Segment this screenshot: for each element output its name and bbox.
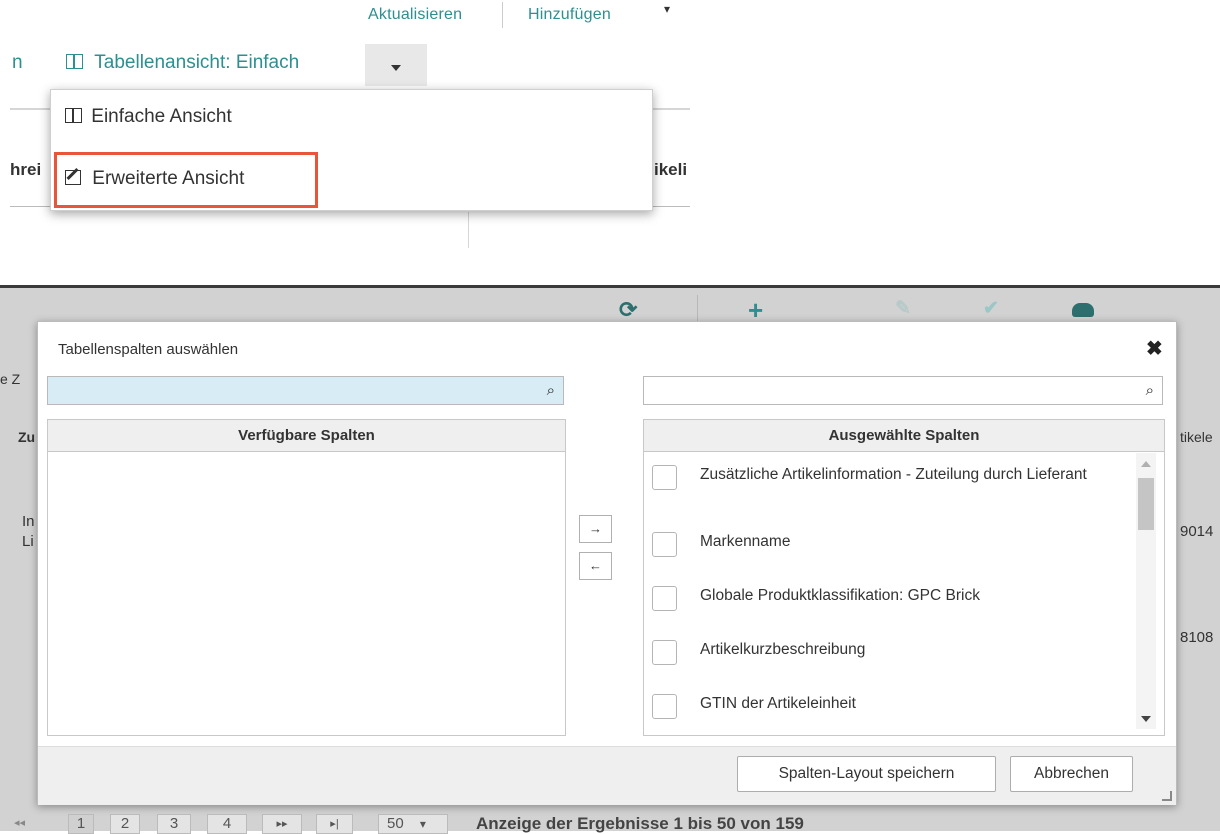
divider	[502, 2, 503, 28]
view-dropdown-menu: Einfache Ansicht Erweiterte Ansicht	[50, 89, 653, 211]
tab-fragment: e Z	[0, 371, 21, 387]
last-page-icon[interactable]: ▸|	[316, 814, 353, 834]
table-icon	[66, 54, 83, 69]
menu-item-label: Einfache Ansicht	[91, 106, 232, 127]
page-size-value: 50	[387, 815, 404, 832]
add-dropdown-icon[interactable]: ▾	[664, 2, 670, 16]
table-icon	[65, 108, 82, 123]
caret-down-icon	[391, 65, 401, 71]
cell-fragment: 9014	[1180, 523, 1214, 540]
cell-fragment: 8108	[1180, 629, 1214, 646]
dialog-footer: Spalten-Layout speichern Abbrechen	[38, 746, 1176, 805]
table-view-label: Tabellenansicht: Einfach	[94, 52, 300, 73]
column-chooser-section: ⟳ + ✎ ✔ e Z Zu In Li tikele 9014 8108 Ta…	[0, 285, 1220, 834]
resize-handle-icon[interactable]	[1162, 791, 1172, 801]
column-header-fragment: Zu	[18, 429, 36, 445]
move-left-button[interactable]: ←	[579, 552, 612, 580]
section-border	[0, 285, 1220, 288]
list-scrollbar[interactable]	[1136, 453, 1156, 729]
search-icon: ⌕	[546, 382, 555, 399]
previous-view-fragment[interactable]: n	[12, 52, 23, 74]
menu-item-simple-view[interactable]: Einfache Ansicht	[65, 106, 232, 128]
page-2[interactable]: 2	[110, 814, 140, 834]
column-header-fragment: tikele	[1180, 429, 1213, 445]
refresh-icon[interactable]: ⟳	[619, 297, 637, 323]
refresh-link[interactable]: Aktualisieren	[368, 6, 462, 24]
close-icon[interactable]: ✖	[1146, 336, 1163, 361]
pencil-icon[interactable]: ✎	[895, 297, 911, 320]
page-1[interactable]: 1	[68, 814, 94, 834]
check-icon[interactable]: ✔	[983, 297, 999, 320]
page-4[interactable]: 4	[207, 814, 247, 834]
divider	[697, 295, 698, 323]
add-link[interactable]: Hinzufügen	[528, 6, 611, 24]
available-columns-panel: Verfügbare Spalten	[47, 419, 566, 736]
page-3[interactable]: 3	[157, 814, 191, 834]
header-fragment-right: ikeli	[654, 160, 688, 179]
page-size-select[interactable]: 50 ▾	[378, 814, 448, 834]
pagination-bar: ◂◂ 1 2 3 4 ▸▸ ▸| 50 ▾ Anzeige der Ergebn…	[14, 814, 804, 834]
scroll-up-icon[interactable]	[1141, 461, 1151, 467]
column-chooser-dialog: Tabellenspalten auswählen ✖ ⌕ ⌕ Verfügba…	[37, 321, 1177, 805]
next-page-icon[interactable]: ▸▸	[262, 814, 302, 834]
scrollbar-thumb[interactable]	[1138, 478, 1154, 530]
cell-fragment: In	[22, 513, 35, 530]
column-checkbox[interactable]	[652, 640, 677, 665]
selected-columns-panel: Ausgewählte Spalten Zusätzliche Artikeli…	[643, 419, 1165, 736]
search-icon: ⌕	[1145, 382, 1154, 399]
column-checkbox[interactable]	[652, 694, 677, 719]
cancel-button[interactable]: Abbrechen	[1010, 756, 1133, 792]
menu-item-label: Erweiterte Ansicht	[92, 168, 245, 189]
menu-item-extended-view[interactable]: Erweiterte Ansicht	[65, 168, 244, 190]
move-right-button[interactable]: →	[579, 515, 612, 543]
available-columns-header: Verfügbare Spalten	[48, 420, 565, 452]
column-checkbox[interactable]	[652, 465, 677, 490]
selected-columns-header: Ausgewählte Spalten	[644, 420, 1164, 452]
scroll-down-icon[interactable]	[1141, 716, 1151, 722]
column-label: GTIN der Artikeleinheit	[700, 695, 856, 712]
column-checkbox[interactable]	[652, 532, 677, 557]
column-label: Zusätzliche Artikelinformation - Zuteilu…	[700, 466, 1087, 483]
table-view-button[interactable]: Tabellenansicht: Einfach	[66, 52, 299, 74]
header-fragment-left: hrei	[10, 160, 42, 179]
dialog-title: Tabellenspalten auswählen	[58, 341, 239, 358]
save-layout-button[interactable]: Spalten-Layout speichern	[737, 756, 996, 792]
edit-icon	[65, 170, 81, 185]
column-checkbox[interactable]	[652, 586, 677, 611]
column-label: Markenname	[700, 533, 791, 550]
selected-search-input[interactable]: ⌕	[643, 376, 1163, 405]
column-label: Globale Produktklassifikation: GPC Brick	[700, 587, 980, 604]
results-info: Anzeige der Ergebnisse 1 bis 50 von 159	[476, 814, 804, 833]
chevron-down-icon: ▾	[419, 817, 426, 831]
available-search-input[interactable]: ⌕	[47, 376, 564, 405]
view-dropdown-toggle[interactable]	[365, 44, 427, 86]
cloud-icon[interactable]	[1072, 303, 1094, 317]
column-label: Artikelkurzbeschreibung	[700, 641, 866, 658]
top-section: Aktualisieren Hinzufügen ▾ n Tabellenans…	[0, 0, 1220, 285]
column-divider	[468, 212, 469, 248]
cell-fragment: Li	[22, 533, 34, 550]
